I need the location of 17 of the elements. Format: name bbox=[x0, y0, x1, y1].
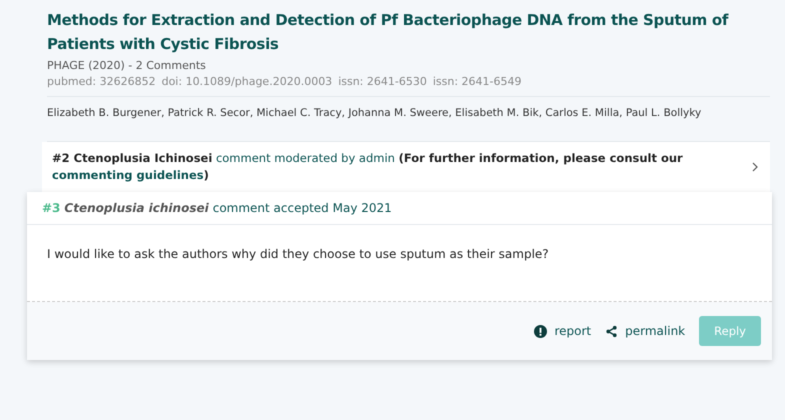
identifier: pubmed: 32626852 bbox=[47, 75, 156, 88]
comment-author: Ctenoplusia ichinosei bbox=[64, 201, 209, 215]
alert-icon bbox=[534, 324, 548, 338]
journal-info: PHAGE (2020) - 2 Comments bbox=[47, 59, 207, 72]
author-list: Elizabeth B. Burgener, Patrick R. Secor, Michael C. Tracy, Johanna M. Sweere, Elisabeth M. Bik, Carlos E. Milla, Paul L. Bollyky bbox=[47, 107, 770, 119]
chevron-right-icon bbox=[750, 162, 760, 172]
report-link[interactable]: report bbox=[534, 324, 592, 338]
share-icon bbox=[605, 324, 618, 338]
moderated-comment[interactable]: #2 Ctenoplusia Ichinosei comment moderated by admin (For further information, please consult our commenting guidelines) bbox=[42, 142, 770, 192]
identifier: issn: 2641-6530 bbox=[338, 75, 427, 88]
article-title: Methods for Extraction and Detection of Pf Bacteriophage DNA from the Sputum of Patients with Cystic Fibrosis bbox=[47, 10, 730, 55]
comment-number: #3 bbox=[42, 201, 60, 215]
moderation-notice: #2 Ctenoplusia Ichinosei comment moderated by admin (For further information, please consult our commenting guidelines) bbox=[52, 150, 684, 184]
identifier: issn: 2641-6549 bbox=[432, 75, 522, 88]
permalink-link[interactable]: permalink bbox=[605, 324, 686, 338]
comment-status: comment accepted May 2021 bbox=[212, 201, 392, 215]
identifier: doi: 10.1089/phage.2020.0003 bbox=[162, 75, 332, 88]
